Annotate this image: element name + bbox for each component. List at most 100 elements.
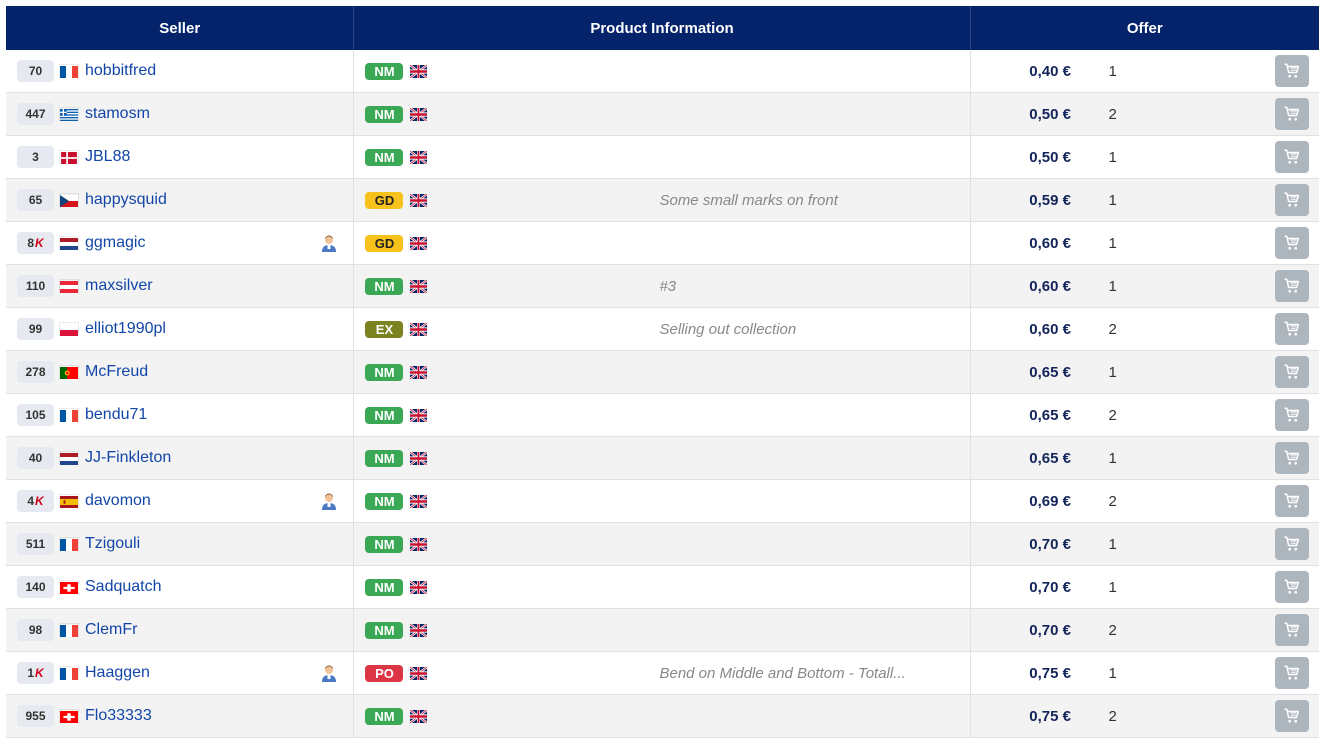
gr-flag-icon[interactable] [60, 108, 78, 121]
dk-flag-icon[interactable] [60, 151, 78, 164]
condition-badge[interactable]: EX [365, 320, 404, 338]
add-to-cart-button[interactable] [1275, 356, 1309, 388]
seller-rating-badge[interactable]: 70 [17, 60, 54, 82]
seller-name-link[interactable]: elliot1990pl [85, 320, 166, 338]
ch-flag-icon[interactable] [60, 581, 78, 594]
uk-flag-icon[interactable] [410, 192, 428, 208]
professional-seller-icon[interactable] [320, 492, 338, 510]
condition-badge[interactable]: NM [365, 449, 404, 467]
add-to-cart-button[interactable] [1275, 571, 1309, 603]
seller-name-link[interactable]: happysquid [85, 191, 167, 209]
seller-rating-badge[interactable]: 278 [17, 361, 54, 383]
at-flag-icon[interactable] [60, 280, 78, 293]
seller-name-link[interactable]: Sadquatch [85, 578, 162, 596]
seller-rating-badge[interactable]: 65 [17, 189, 54, 211]
header-seller[interactable]: Seller [6, 6, 355, 50]
uk-flag-icon[interactable] [410, 321, 428, 337]
seller-name-link[interactable]: davomon [85, 492, 151, 510]
uk-flag-icon[interactable] [410, 149, 428, 165]
add-to-cart-button[interactable] [1275, 399, 1309, 431]
cz-flag-icon[interactable] [60, 194, 78, 207]
seller-rating-badge[interactable]: 3 [17, 146, 54, 168]
es-flag-icon[interactable] [60, 495, 78, 508]
fr-flag-icon[interactable] [60, 667, 78, 680]
seller-rating-badge[interactable]: 1K [17, 662, 54, 684]
add-to-cart-button[interactable] [1275, 184, 1309, 216]
seller-name-link[interactable]: Haaggen [85, 664, 150, 682]
fr-flag-icon[interactable] [60, 409, 78, 422]
condition-badge[interactable]: NM [365, 406, 404, 424]
seller-name-link[interactable]: ClemFr [85, 621, 137, 639]
add-to-cart-button[interactable] [1275, 528, 1309, 560]
fr-flag-icon[interactable] [60, 538, 78, 551]
condition-badge[interactable]: NM [365, 492, 404, 510]
seller-name-link[interactable]: JBL88 [85, 148, 130, 166]
seller-rating-badge[interactable]: 447 [17, 103, 54, 125]
uk-flag-icon[interactable] [410, 579, 428, 595]
uk-flag-icon[interactable] [410, 493, 428, 509]
seller-rating-badge[interactable]: 511 [17, 533, 54, 555]
uk-flag-icon[interactable] [410, 106, 428, 122]
condition-badge[interactable]: NM [365, 277, 404, 295]
fr-flag-icon[interactable] [60, 65, 78, 78]
uk-flag-icon[interactable] [410, 708, 428, 724]
seller-name-link[interactable]: ggmagic [85, 234, 145, 252]
uk-flag-icon[interactable] [410, 407, 428, 423]
ch-flag-icon[interactable] [60, 710, 78, 723]
condition-badge[interactable]: GD [365, 234, 404, 252]
add-to-cart-button[interactable] [1275, 485, 1309, 517]
pt-flag-icon[interactable] [60, 366, 78, 379]
fr-flag-icon[interactable] [60, 624, 78, 637]
condition-badge[interactable]: GD [365, 191, 404, 209]
header-offer[interactable]: Offer [971, 6, 1319, 50]
professional-seller-icon[interactable] [320, 664, 338, 682]
condition-badge[interactable]: NM [365, 535, 404, 553]
condition-badge[interactable]: NM [365, 621, 404, 639]
uk-flag-icon[interactable] [410, 63, 428, 79]
add-to-cart-button[interactable] [1275, 614, 1309, 646]
condition-badge[interactable]: NM [365, 707, 404, 725]
add-to-cart-button[interactable] [1275, 313, 1309, 345]
uk-flag-icon[interactable] [410, 235, 428, 251]
uk-flag-icon[interactable] [410, 665, 428, 681]
condition-badge[interactable]: PO [365, 664, 404, 682]
add-to-cart-button[interactable] [1275, 657, 1309, 689]
seller-rating-badge[interactable]: 105 [17, 404, 54, 426]
seller-rating-badge[interactable]: 140 [17, 576, 54, 598]
add-to-cart-button[interactable] [1275, 442, 1309, 474]
uk-flag-icon[interactable] [410, 450, 428, 466]
nl-flag-icon[interactable] [60, 452, 78, 465]
add-to-cart-button[interactable] [1275, 227, 1309, 259]
seller-name-link[interactable]: McFreud [85, 363, 148, 381]
seller-rating-badge[interactable]: 4K [17, 490, 54, 512]
condition-badge[interactable]: NM [365, 578, 404, 596]
seller-rating-badge[interactable]: 99 [17, 318, 54, 340]
add-to-cart-button[interactable] [1275, 55, 1309, 87]
condition-badge[interactable]: NM [365, 363, 404, 381]
professional-seller-icon[interactable] [320, 234, 338, 252]
uk-flag-icon[interactable] [410, 278, 428, 294]
seller-name-link[interactable]: Tzigouli [85, 535, 140, 553]
seller-rating-badge[interactable]: 98 [17, 619, 54, 641]
pl-flag-icon[interactable] [60, 323, 78, 336]
uk-flag-icon[interactable] [410, 536, 428, 552]
seller-name-link[interactable]: hobbitfred [85, 62, 156, 80]
condition-badge[interactable]: NM [365, 105, 404, 123]
uk-flag-icon[interactable] [410, 622, 428, 638]
seller-rating-badge[interactable]: 40 [17, 447, 54, 469]
nl-flag-icon[interactable] [60, 237, 78, 250]
add-to-cart-button[interactable] [1275, 98, 1309, 130]
seller-name-link[interactable]: maxsilver [85, 277, 153, 295]
add-to-cart-button[interactable] [1275, 700, 1309, 732]
add-to-cart-button[interactable] [1275, 141, 1309, 173]
uk-flag-icon[interactable] [410, 364, 428, 380]
seller-name-link[interactable]: Flo33333 [85, 707, 152, 725]
seller-rating-badge[interactable]: 955 [17, 705, 54, 727]
seller-rating-badge[interactable]: 8K [17, 232, 54, 254]
seller-name-link[interactable]: stamosm [85, 105, 150, 123]
seller-name-link[interactable]: JJ-Finkleton [85, 449, 171, 467]
seller-rating-badge[interactable]: 110 [17, 275, 54, 297]
seller-name-link[interactable]: bendu71 [85, 406, 147, 424]
add-to-cart-button[interactable] [1275, 270, 1309, 302]
condition-badge[interactable]: NM [365, 62, 404, 80]
